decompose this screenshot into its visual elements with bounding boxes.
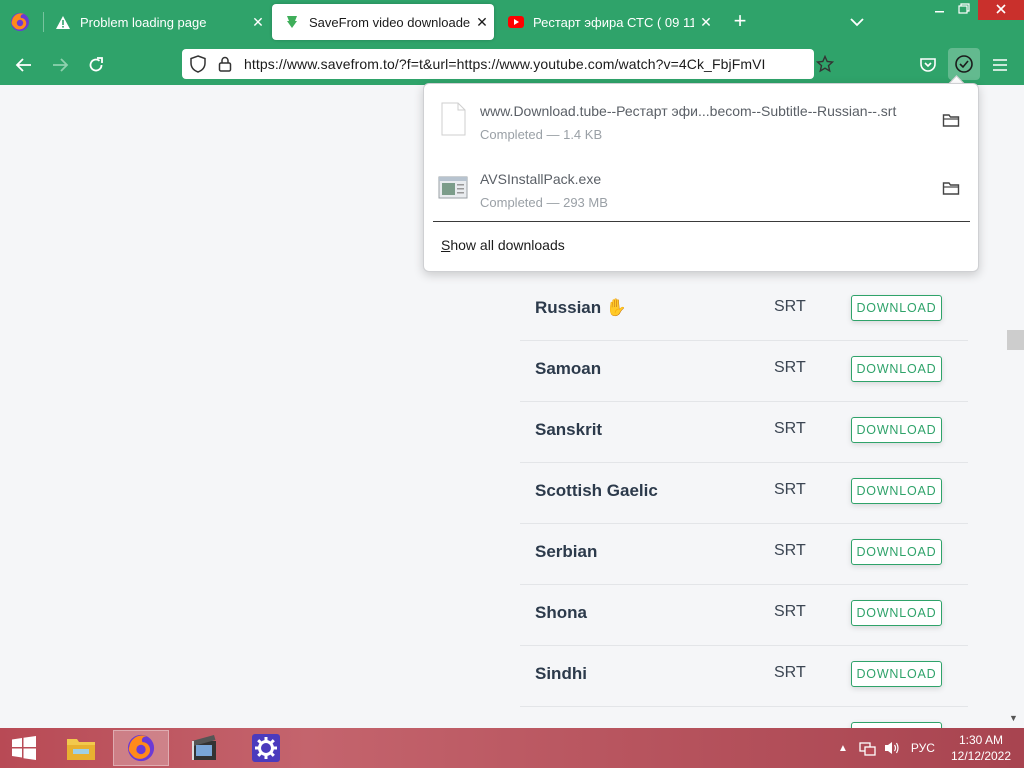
show-all-downloads-link[interactable]: Show all downloads	[441, 237, 565, 253]
download-filename: AVSInstallPack.exe	[480, 171, 602, 187]
language-name: Russian ✋	[535, 298, 628, 317]
system-tray: ▲ РУС	[838, 728, 935, 768]
back-button[interactable]	[11, 52, 37, 78]
scrollbar-thumb[interactable]	[1007, 330, 1024, 350]
download-item[interactable]: www.Download.tube--Рестарт эфи...becom--…	[424, 86, 978, 152]
format-label: SRT	[774, 359, 806, 376]
taskbar-file-explorer[interactable]	[53, 730, 109, 766]
clock-time: 1:30 AM	[958, 733, 1004, 747]
text-file-icon	[441, 102, 466, 136]
hamburger-menu-icon	[993, 59, 1007, 71]
open-folder-icon[interactable]	[942, 180, 960, 196]
volume-icon[interactable]	[883, 740, 901, 756]
warning-icon	[55, 14, 71, 30]
list-all-tabs-icon[interactable]	[846, 12, 868, 32]
reload-icon	[89, 57, 103, 72]
download-button[interactable]: DOWNLOAD	[851, 478, 942, 504]
youtube-icon	[508, 14, 524, 30]
download-button[interactable]: DOWNLOAD	[851, 600, 942, 626]
format-label: SRT	[774, 542, 806, 559]
url-text[interactable]: https://www.savefrom.to/?f=t&url=https:/…	[244, 56, 766, 72]
network-icon[interactable]	[859, 740, 877, 756]
download-item[interactable]: AVSInstallPack.exe Completed — 293 MB	[424, 154, 978, 220]
windows-logo-icon	[12, 736, 36, 760]
new-tab-button[interactable]: +	[728, 10, 752, 34]
language-name: Serbian	[535, 542, 598, 561]
download-status: Completed — 1.4 KB	[480, 127, 603, 142]
film-clapper-icon	[192, 735, 216, 760]
reload-button[interactable]	[83, 52, 109, 78]
lock-icon[interactable]	[218, 56, 232, 72]
tab-title: Рестарт эфира СТС ( 09 11 2022 )	[533, 14, 694, 30]
format-label: SRT	[774, 603, 806, 620]
forward-button[interactable]	[47, 52, 73, 78]
bookmark-star-icon[interactable]	[816, 55, 834, 73]
hand-emoji-icon: ✋	[605, 298, 628, 317]
panel-divider	[433, 221, 970, 222]
download-button[interactable]: DOWNLOAD	[851, 356, 942, 382]
tab-problem-loading[interactable]: Problem loading page ✕	[43, 4, 270, 40]
back-arrow-icon	[15, 58, 31, 72]
start-button[interactable]	[0, 730, 48, 766]
language-name: Scottish Gaelic	[535, 481, 658, 500]
settings-gear-icon	[252, 734, 280, 762]
table-row: Serbian SRT DOWNLOAD	[520, 524, 968, 585]
show-hidden-icons-icon[interactable]: ▲	[838, 743, 848, 754]
subtitle-table: Russian ✋ SRT DOWNLOAD Samoan SRT DOWNLO…	[520, 280, 968, 728]
taskbar-clock[interactable]: 1:30 AM 12/12/2022	[950, 732, 1012, 764]
savefrom-icon	[284, 14, 300, 30]
format-label: SRT	[774, 298, 806, 315]
installer-file-icon	[438, 176, 468, 199]
open-folder-icon[interactable]	[942, 112, 960, 128]
clock-date: 12/12/2022	[950, 749, 1012, 763]
close-window-button[interactable]	[978, 0, 1024, 20]
download-button[interactable]: DOWNLOAD	[851, 295, 942, 321]
forward-arrow-icon	[53, 58, 69, 72]
downloads-complete-icon	[955, 55, 973, 73]
downloads-button[interactable]	[948, 48, 980, 80]
input-language-indicator[interactable]: РУС	[911, 741, 935, 755]
language-name: Shona	[535, 603, 587, 622]
folder-icon	[67, 739, 95, 760]
close-tab-icon[interactable]: ✕	[470, 14, 494, 31]
table-row: Scottish Gaelic SRT DOWNLOAD	[520, 463, 968, 524]
format-label: SRT	[774, 420, 806, 437]
tab-title: SaveFrom video downloader online	[309, 14, 470, 30]
download-button[interactable]: DOWNLOAD	[851, 417, 942, 443]
taskbar-settings-app[interactable]	[238, 730, 294, 766]
firefox-icon[interactable]	[9, 11, 31, 33]
tab-youtube[interactable]: Рестарт эфира СТС ( 09 11 2022 ) ✕	[496, 4, 718, 40]
tracking-protection-shield-icon[interactable]	[190, 55, 206, 73]
language-name: Sindhi	[535, 664, 587, 683]
format-label: SRT	[774, 664, 806, 681]
table-row: Shona SRT DOWNLOAD	[520, 585, 968, 646]
format-label: SRT	[774, 481, 806, 498]
close-tab-icon[interactable]: ✕	[694, 14, 718, 31]
table-row: Samoan SRT DOWNLOAD	[520, 341, 968, 402]
tab-bar: Problem loading page ✕ SaveFrom video do…	[0, 0, 1024, 44]
pocket-icon	[920, 58, 936, 72]
table-row: Sindhi SRT DOWNLOAD	[520, 646, 968, 707]
table-row: Sanskrit SRT DOWNLOAD	[520, 402, 968, 463]
pocket-button[interactable]	[915, 52, 941, 78]
tab-title: Problem loading page	[80, 14, 207, 30]
language-name: Sanskrit	[535, 420, 603, 439]
url-bar[interactable]: https://www.savefrom.to/?f=t&url=https:/…	[182, 49, 834, 79]
menu-button[interactable]	[987, 52, 1013, 78]
firefox-icon	[127, 734, 155, 762]
download-status: Completed — 293 MB	[480, 195, 608, 210]
table-row: Russian ✋ SRT DOWNLOAD	[520, 280, 968, 341]
table-row	[520, 707, 968, 728]
tab-savefrom[interactable]: SaveFrom video downloader online ✕	[272, 4, 494, 40]
language-name: Samoan	[535, 359, 602, 378]
download-button[interactable]: DOWNLOAD	[851, 661, 942, 687]
download-button[interactable]: DOWNLOAD	[851, 539, 942, 565]
taskbar-firefox[interactable]	[113, 730, 169, 766]
downloads-panel: www.Download.tube--Рестарт эфи...becom--…	[423, 83, 979, 272]
scroll-down-arrow-icon[interactable]: ▼	[1009, 713, 1018, 723]
taskbar-video-editor[interactable]	[176, 730, 232, 766]
download-filename: www.Download.tube--Рестарт эфи...becom--…	[480, 103, 897, 119]
taskbar: ▲ РУС 1:30 AM 12/12/2022	[0, 728, 1024, 768]
close-tab-icon[interactable]: ✕	[246, 14, 270, 31]
